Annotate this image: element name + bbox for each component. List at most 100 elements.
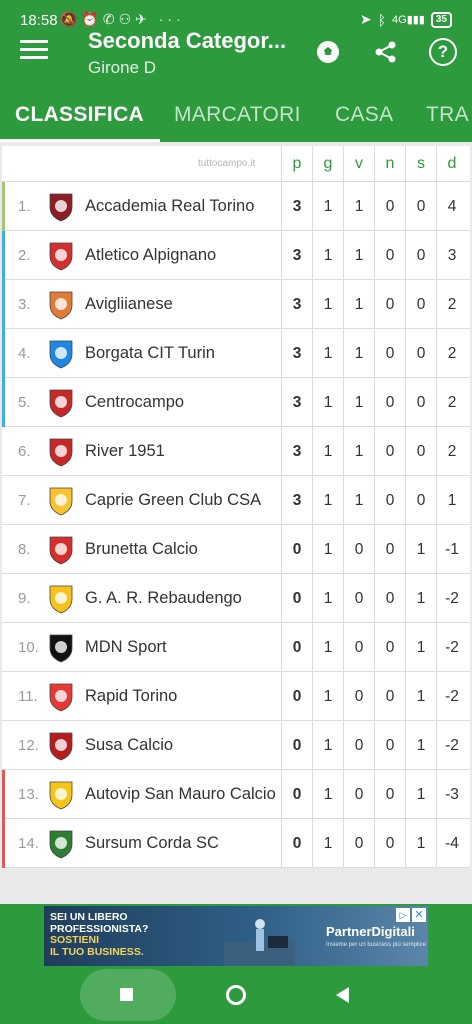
ad-choices-icon[interactable]: ▷ — [396, 908, 410, 922]
notification-icons: 🔕⏰✆⚇✈ ··· — [60, 11, 185, 27]
cell-draws: 0 — [374, 427, 405, 476]
ad-figure-image — [224, 919, 294, 966]
cell-draws: 0 — [374, 231, 405, 280]
cell-points: 3 — [281, 427, 312, 476]
table-row[interactable]: 2. Atletico Alpignano 3 1 1 0 0 3 — [2, 231, 470, 280]
cell-losses: 1 — [405, 721, 436, 770]
team-name[interactable]: Sursum Corda SC — [85, 819, 219, 868]
cell-draws: 0 — [374, 721, 405, 770]
cell-wins: 0 — [343, 672, 374, 721]
table-row[interactable]: 1. Accademia Real Torino 3 1 1 0 0 4 — [2, 182, 470, 231]
zone-indicator — [2, 721, 5, 770]
table-row[interactable]: 12. Susa Calcio 0 1 0 0 1 -2 — [2, 721, 470, 770]
table-row[interactable]: 7. Caprie Green Club CSA 3 1 1 0 0 1 — [2, 476, 470, 525]
cell-difference: -2 — [436, 672, 467, 721]
cell-draws: 0 — [374, 476, 405, 525]
cell-losses: 0 — [405, 280, 436, 329]
rank-number: 10. — [18, 639, 39, 656]
tab-trasferta[interactable]: TRA — [426, 96, 469, 142]
cell-points: 0 — [281, 525, 312, 574]
cell-losses: 1 — [405, 672, 436, 721]
rank-number: 9. — [18, 590, 31, 607]
cell-difference: 3 — [436, 231, 467, 280]
team-name[interactable]: Centrocampo — [85, 378, 184, 427]
team-name[interactable]: Autovip San Mauro Calcio — [85, 770, 276, 819]
tab-marcatori[interactable]: MARCATORI — [174, 96, 301, 142]
team-name[interactable]: MDN Sport — [85, 623, 167, 672]
ad-close-icon[interactable]: ✕ — [412, 908, 426, 922]
cell-points: 3 — [281, 182, 312, 231]
spacer — [0, 874, 472, 904]
cell-draws: 0 — [374, 819, 405, 868]
cell-draws: 0 — [374, 280, 405, 329]
team-name[interactable]: Accademia Real Torino — [85, 182, 254, 231]
ad-line-3: SOSTIENI — [50, 934, 100, 946]
cell-played: 1 — [312, 574, 343, 623]
team-logo-icon — [49, 781, 73, 810]
team-name[interactable]: River 1951 — [85, 427, 165, 476]
cell-losses: 0 — [405, 476, 436, 525]
table-row[interactable]: 14. Sursum Corda SC 0 1 0 0 1 -4 — [2, 819, 470, 868]
table-row[interactable]: 3. Avigliianese 3 1 1 0 0 2 — [2, 280, 470, 329]
zone-indicator — [2, 280, 5, 329]
team-name[interactable]: Avigliianese — [85, 280, 173, 329]
share-icon[interactable] — [372, 38, 400, 66]
cell-draws: 0 — [374, 623, 405, 672]
tab-classifica[interactable]: CLASSIFICA — [15, 96, 144, 142]
app-screen: 18:58 🔕⏰✆⚇✈ ··· ➤ ᛒ 4G▮▮▮ 35 Seconda Cat… — [0, 0, 472, 1024]
location-icon: ➤ — [359, 11, 372, 27]
table-row[interactable]: 4. Borgata CIT Turin 3 1 1 0 0 2 — [2, 329, 470, 378]
tab-casa[interactable]: CASA — [335, 96, 393, 142]
cell-wins: 1 — [343, 427, 374, 476]
team-logo-icon — [49, 340, 73, 369]
column-header-played: g — [312, 146, 343, 182]
back-button[interactable] — [336, 987, 349, 1003]
recents-button[interactable] — [120, 988, 133, 1001]
team-logo-icon — [49, 830, 73, 859]
cell-losses: 1 — [405, 819, 436, 868]
ad-brand-tagline: Insieme per un business più semplice — [326, 942, 427, 948]
team-name[interactable]: Brunetta Calcio — [85, 525, 198, 574]
rank-number: 8. — [18, 541, 31, 558]
team-name[interactable]: Rapid Torino — [85, 672, 177, 721]
column-header-difference: d — [436, 146, 467, 182]
cell-difference: -2 — [436, 721, 467, 770]
cell-played: 1 — [312, 329, 343, 378]
table-row[interactable]: 8. Brunetta Calcio 0 1 0 0 1 -1 — [2, 525, 470, 574]
cell-played: 1 — [312, 182, 343, 231]
cell-draws: 0 — [374, 525, 405, 574]
team-name[interactable]: Atletico Alpignano — [85, 231, 216, 280]
table-row[interactable]: 6. River 1951 3 1 1 0 0 2 — [2, 427, 470, 476]
cell-points: 3 — [281, 231, 312, 280]
table-row[interactable]: 5. Centrocampo 3 1 1 0 0 2 — [2, 378, 470, 427]
table-row[interactable]: 13. Autovip San Mauro Calcio 0 1 0 0 1 -3 — [2, 770, 470, 819]
team-name[interactable]: Caprie Green Club CSA — [85, 476, 261, 525]
team-name[interactable]: Susa Calcio — [85, 721, 173, 770]
cell-played: 1 — [312, 672, 343, 721]
cell-losses: 1 — [405, 770, 436, 819]
cell-points: 0 — [281, 574, 312, 623]
cell-difference: 2 — [436, 280, 467, 329]
cell-difference: -1 — [436, 525, 467, 574]
tab-bar: CLASSIFICA MARCATORI CASA TRA — [0, 96, 472, 142]
home-button[interactable] — [226, 985, 246, 1005]
status-time: 18:58 — [20, 12, 58, 29]
team-name[interactable]: G. A. R. Rebaudengo — [85, 574, 242, 623]
cell-wins: 1 — [343, 476, 374, 525]
help-icon[interactable]: ? — [429, 38, 457, 66]
cell-wins: 1 — [343, 182, 374, 231]
cell-difference: 2 — [436, 329, 467, 378]
table-row[interactable]: 11. Rapid Torino 0 1 0 0 1 -2 — [2, 672, 470, 721]
cell-points: 3 — [281, 378, 312, 427]
soccer-ball-icon[interactable] — [314, 38, 342, 66]
team-name[interactable]: Borgata CIT Turin — [85, 329, 215, 378]
menu-icon[interactable] — [20, 40, 48, 62]
page-subtitle: Girone D — [88, 58, 157, 77]
cell-losses: 1 — [405, 623, 436, 672]
ad-banner[interactable]: SEI UN LIBERO PROFESSIONISTA? SOSTIENI I… — [44, 906, 428, 966]
cell-losses: 0 — [405, 329, 436, 378]
table-row[interactable]: 10. MDN Sport 0 1 0 0 1 -2 — [2, 623, 470, 672]
cell-difference: 2 — [436, 427, 467, 476]
table-row[interactable]: 9. G. A. R. Rebaudengo 0 1 0 0 1 -2 — [2, 574, 470, 623]
cell-losses: 1 — [405, 525, 436, 574]
